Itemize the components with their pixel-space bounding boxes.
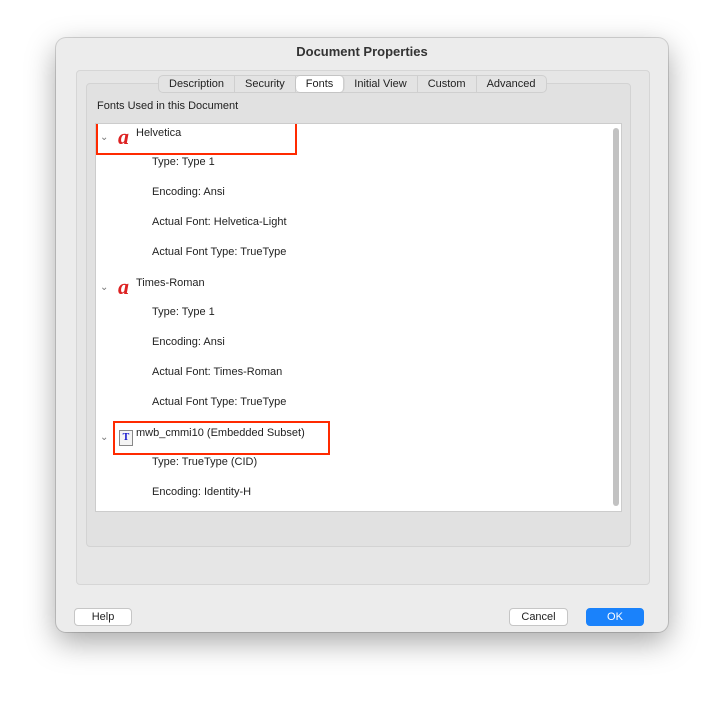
tab-bar: Description Security Fonts Initial View … [158,75,547,93]
tab-security[interactable]: Security [235,76,296,92]
font-property: Encoding: Identity-H [152,486,252,498]
font-property: Type: Type 1 [152,306,215,318]
tab-initial-view[interactable]: Initial View [344,76,418,92]
chevron-down-icon[interactable]: ⌄ [100,431,108,445]
help-button[interactable]: Help [74,608,132,626]
cancel-button[interactable]: Cancel [509,608,568,626]
font-property: Actual Font: Helvetica-Light [152,216,287,228]
font-property: Encoding: Ansi [152,336,225,348]
dialog-title: Document Properties [296,44,428,59]
font-property: Actual Font: Times-Roman [152,366,283,378]
font-name: Times-Roman [136,277,205,289]
ok-button[interactable]: OK [586,608,644,626]
chevron-down-icon[interactable]: ⌄ [100,281,108,295]
font-property: Actual Font Type: TrueType [152,246,287,258]
tab-fonts[interactable]: Fonts [295,76,345,92]
type1-font-icon: a [118,274,129,299]
highlight-box [113,421,330,455]
font-property: Actual Font Type: TrueType [152,396,287,408]
document-properties-dialog: Document Properties Description Security… [56,38,668,632]
font-item[interactable]: ⌄ a Times-Roman [96,275,396,299]
font-property: Encoding: Ansi [152,186,225,198]
tab-description[interactable]: Description [159,76,236,92]
font-property: Type: Type 1 [152,156,215,168]
tab-custom[interactable]: Custom [418,76,477,92]
tab-advanced[interactable]: Advanced [477,76,546,92]
scrollbar[interactable] [613,128,619,506]
fonts-tree[interactable]: ⌄ a Helvetica Type: Type 1 Encoding: Ansi Act… [95,123,622,512]
fonts-label: Fonts Used in this Document [97,100,239,112]
highlight-box [96,124,297,155]
font-property: Type: TrueType (CID) [152,456,258,468]
